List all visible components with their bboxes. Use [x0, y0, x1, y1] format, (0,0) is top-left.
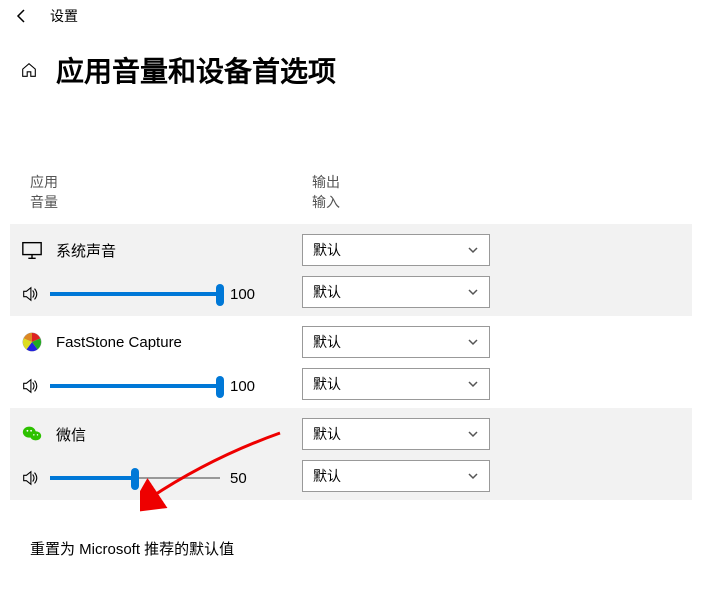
column-headers: 应用 音量 输出 输入: [10, 172, 692, 224]
volume-slider[interactable]: [50, 468, 220, 488]
col-app-label: 应用: [30, 172, 312, 192]
wechat-icon: [20, 422, 44, 446]
volume-value: 50: [230, 470, 260, 487]
window-topbar: 设置: [0, 0, 702, 32]
dropdown-label: 默认: [313, 466, 341, 486]
chevron-down-icon: [467, 244, 479, 256]
speaker-icon[interactable]: [20, 468, 40, 488]
volume-slider[interactable]: [50, 284, 220, 304]
dropdown-label: 默认: [313, 424, 341, 444]
volume-value: 100: [230, 378, 260, 395]
col-input-label: 输入: [312, 192, 692, 212]
chevron-down-icon: [467, 428, 479, 440]
app-row-system-sounds: 系统声音 100 默认 默认: [10, 224, 692, 316]
app-name: 微信: [56, 424, 86, 445]
chevron-down-icon: [467, 336, 479, 348]
app-name: FastStone Capture: [56, 334, 182, 351]
dropdown-label: 默认: [313, 240, 341, 260]
volume-slider[interactable]: [50, 376, 220, 396]
monitor-icon: [20, 238, 44, 262]
title-row: 应用音量和设备首选项: [0, 32, 702, 100]
chevron-down-icon: [467, 470, 479, 482]
col-volume-label: 音量: [30, 192, 312, 212]
window-title: 设置: [50, 6, 78, 26]
input-device-select[interactable]: 默认: [302, 276, 490, 308]
home-icon: [20, 61, 38, 79]
app-row-faststone: FastStone Capture 100 默认 默认: [10, 316, 692, 408]
page-title: 应用音量和设备首选项: [56, 50, 336, 90]
app-row-wechat: 微信 50 默认 默认: [10, 408, 692, 500]
volume-value: 100: [230, 286, 260, 303]
speaker-icon[interactable]: [20, 284, 40, 304]
chevron-down-icon: [467, 286, 479, 298]
footer-reset-text: 重置为 Microsoft 推荐的默认值: [10, 500, 692, 559]
dropdown-label: 默认: [313, 282, 341, 302]
dropdown-label: 默认: [313, 332, 341, 352]
speaker-icon[interactable]: [20, 376, 40, 396]
input-device-select[interactable]: 默认: [302, 460, 490, 492]
dropdown-label: 默认: [313, 374, 341, 394]
output-device-select[interactable]: 默认: [302, 234, 490, 266]
col-output-label: 输出: [312, 172, 692, 192]
input-device-select[interactable]: 默认: [302, 368, 490, 400]
back-button[interactable]: [12, 6, 32, 26]
output-device-select[interactable]: 默认: [302, 326, 490, 358]
app-name: 系统声音: [56, 240, 116, 261]
output-device-select[interactable]: 默认: [302, 418, 490, 450]
faststone-icon: [20, 330, 44, 354]
chevron-down-icon: [467, 378, 479, 390]
